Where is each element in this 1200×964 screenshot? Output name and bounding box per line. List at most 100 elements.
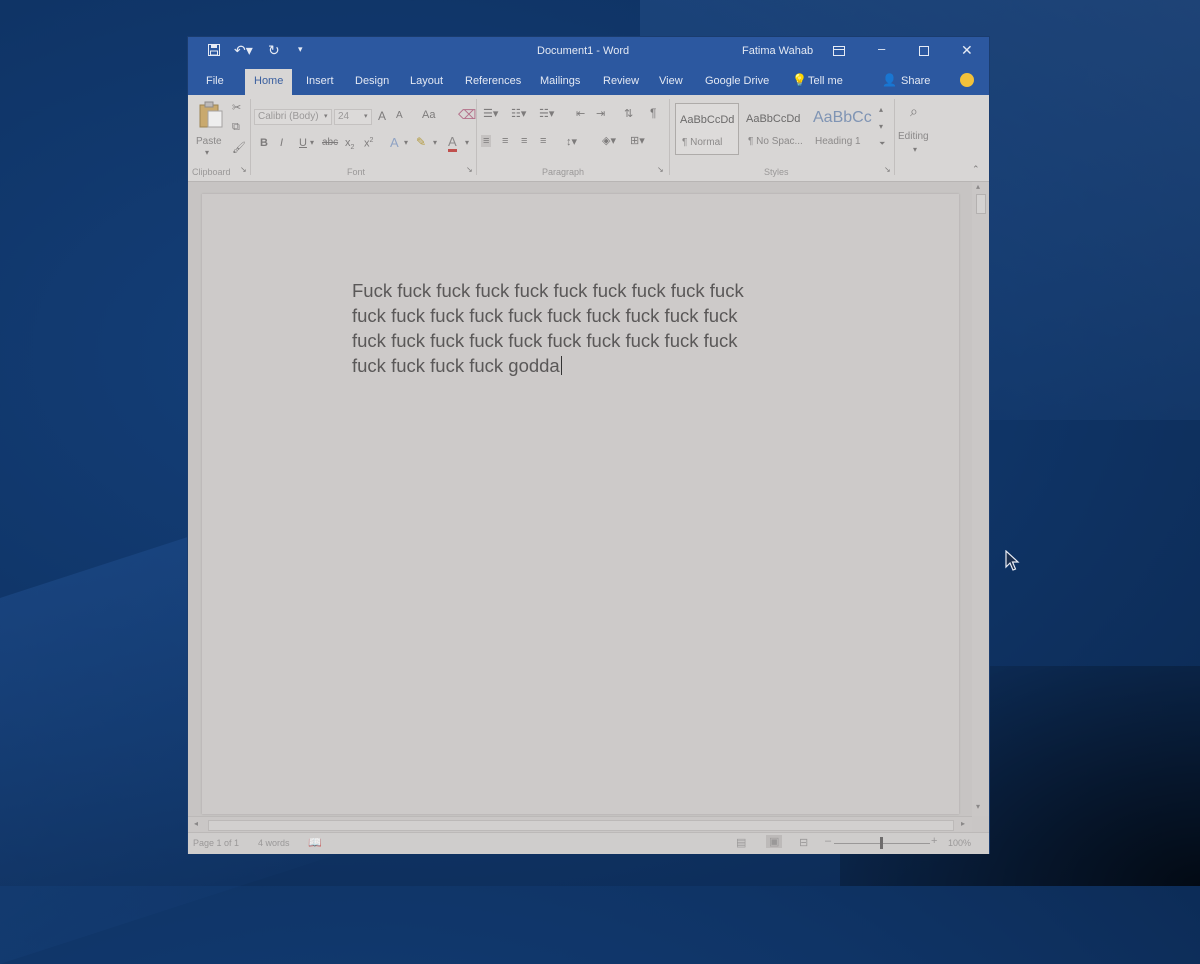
tab-insert[interactable]: Insert [306, 75, 334, 87]
highlight-dropdown-icon[interactable]: ▾ [433, 138, 437, 147]
vertical-scrollbar[interactable]: ▴ ▾ [972, 182, 989, 816]
proofing-icon[interactable]: 📖 [308, 836, 322, 849]
undo-icon[interactable]: ↶▾ [234, 42, 253, 59]
zoom-in-icon[interactable]: + [931, 835, 937, 847]
tab-design[interactable]: Design [355, 75, 389, 87]
sort-icon[interactable]: ⇅ [624, 107, 633, 120]
close-icon[interactable]: ✕ [961, 42, 973, 59]
grow-font-icon[interactable]: A [378, 109, 386, 123]
align-left-icon[interactable]: ≡ [481, 135, 492, 147]
document-body[interactable]: Fuck fuck fuck fuck fuck fuck fuck fuck … [352, 278, 812, 378]
align-center-icon[interactable]: ≡ [502, 135, 508, 147]
style-heading-1[interactable]: AaBbCc Heading 1 [809, 103, 875, 155]
subscript-button[interactable]: x2 [345, 137, 354, 151]
tell-me-box[interactable]: Tell me [808, 75, 843, 87]
paste-button[interactable]: Paste [196, 136, 222, 147]
line-spacing-icon[interactable]: ↕▾ [566, 135, 577, 148]
tab-file[interactable]: File [206, 75, 224, 87]
tab-references[interactable]: References [465, 75, 521, 87]
divider [476, 99, 477, 175]
print-layout-icon[interactable]: ▣ [766, 835, 783, 848]
share-button[interactable]: Share [901, 75, 930, 87]
vertical-scroll-thumb[interactable] [976, 194, 986, 214]
save-icon[interactable] [208, 43, 220, 59]
bullets-icon[interactable]: ☰▾ [483, 107, 498, 120]
change-case-button[interactable]: Aa [422, 109, 435, 121]
user-name[interactable]: Fatima Wahab [742, 45, 813, 57]
tab-review[interactable]: Review [603, 75, 639, 87]
font-color-dropdown-icon[interactable]: ▾ [465, 138, 469, 147]
clipboard-group-label: Clipboard [192, 167, 231, 177]
style-sample: AaBbCcDd [680, 114, 735, 126]
scroll-up-icon[interactable]: ▴ [976, 182, 980, 191]
scroll-right-icon[interactable]: ▸ [961, 819, 965, 828]
maximize-icon[interactable] [919, 44, 929, 59]
cut-icon[interactable]: ✂ [232, 101, 241, 114]
editing-button[interactable]: Editing [898, 131, 929, 142]
strikethrough-button[interactable]: abc [322, 137, 338, 148]
font-color-icon[interactable]: A [448, 134, 457, 152]
format-painter-icon[interactable]: 🖌 [232, 141, 246, 154]
styles-scroll-up-icon[interactable]: ▴ [879, 105, 883, 114]
scroll-left-icon[interactable]: ◂ [194, 819, 198, 828]
minimize-icon[interactable]: – [878, 41, 885, 56]
show-formatting-button[interactable]: ¶ [650, 106, 656, 120]
styles-more-icon[interactable]: ⏷ [879, 139, 885, 149]
align-right-icon[interactable]: ≡ [521, 135, 527, 147]
styles-launcher-icon[interactable]: ↘ [884, 165, 891, 174]
text-effects-dropdown-icon[interactable]: ▾ [404, 138, 408, 147]
find-search-icon[interactable]: ⌕ [910, 103, 918, 120]
tab-google-drive[interactable]: Google Drive [705, 75, 769, 87]
numbering-icon[interactable]: ☷▾ [511, 107, 526, 120]
zoom-out-icon[interactable]: – [825, 835, 831, 847]
superscript-button[interactable]: x2 [364, 137, 373, 150]
multilevel-list-icon[interactable]: ☵▾ [539, 107, 554, 120]
scroll-down-icon[interactable]: ▾ [976, 802, 980, 811]
horizontal-scroll-thumb[interactable] [208, 820, 954, 831]
tab-layout[interactable]: Layout [410, 75, 443, 87]
tab-mailings[interactable]: Mailings [540, 75, 580, 87]
highlight-icon[interactable]: ✎ [416, 135, 426, 149]
document-page[interactable]: Fuck fuck fuck fuck fuck fuck fuck fuck … [202, 194, 959, 814]
borders-icon[interactable]: ⊞▾ [630, 134, 645, 147]
font-name-dropdown-icon[interactable]: ▾ [324, 112, 328, 120]
decrease-indent-icon[interactable]: ⇤ [576, 107, 585, 120]
zoom-level[interactable]: 100% [948, 838, 971, 848]
editing-dropdown-icon[interactable]: ▾ [913, 145, 917, 154]
style-normal[interactable]: AaBbCcDd ¶ Normal [675, 103, 739, 155]
bold-button[interactable]: B [260, 137, 268, 149]
style-no-spacing[interactable]: AaBbCcDd ¶ No Spac... [742, 103, 806, 155]
clipboard-launcher-icon[interactable]: ↘ [240, 165, 247, 174]
web-layout-icon[interactable]: ⊟ [799, 836, 808, 849]
tab-home[interactable]: Home [245, 69, 293, 95]
feedback-smiley-icon[interactable] [960, 73, 974, 87]
collapse-ribbon-icon[interactable]: ⌃ [972, 164, 980, 175]
shading-icon[interactable]: ◈▾ [602, 134, 616, 147]
customize-icon[interactable]: ▾ [298, 44, 303, 55]
font-name-box[interactable]: Calibri (Body) [254, 109, 332, 125]
copy-icon[interactable]: ⧉ [232, 121, 240, 134]
paragraph-launcher-icon[interactable]: ↘ [657, 165, 664, 174]
clear-formatting-icon[interactable]: ⌫ [458, 107, 476, 123]
underline-dropdown-icon[interactable]: ▾ [310, 138, 314, 147]
word-count[interactable]: 4 words [258, 838, 290, 848]
ribbon-display-icon[interactable] [833, 44, 845, 59]
shrink-font-icon[interactable]: A [396, 110, 403, 121]
underline-button[interactable]: U [299, 137, 307, 149]
ribbon-tabs: File Home Insert Design Layout Reference… [188, 67, 989, 95]
paste-dropdown-icon[interactable]: ▾ [205, 148, 209, 157]
justify-icon[interactable]: ≡ [540, 135, 546, 147]
paste-icon[interactable] [198, 101, 224, 132]
read-mode-icon[interactable]: ▤ [736, 836, 746, 849]
page-count[interactable]: Page 1 of 1 [193, 838, 239, 848]
text-effects-icon[interactable]: A [390, 135, 399, 150]
zoom-slider-thumb[interactable] [880, 837, 883, 849]
redo-icon[interactable]: ↻ [268, 42, 280, 59]
font-size-dropdown-icon[interactable]: ▾ [364, 112, 368, 120]
tab-view[interactable]: View [659, 75, 683, 87]
italic-button[interactable]: I [280, 137, 283, 149]
styles-scroll-down-icon[interactable]: ▾ [879, 122, 883, 131]
increase-indent-icon[interactable]: ⇥ [596, 107, 605, 120]
font-launcher-icon[interactable]: ↘ [466, 165, 473, 174]
horizontal-scrollbar[interactable]: ◂ ▸ [188, 816, 972, 833]
